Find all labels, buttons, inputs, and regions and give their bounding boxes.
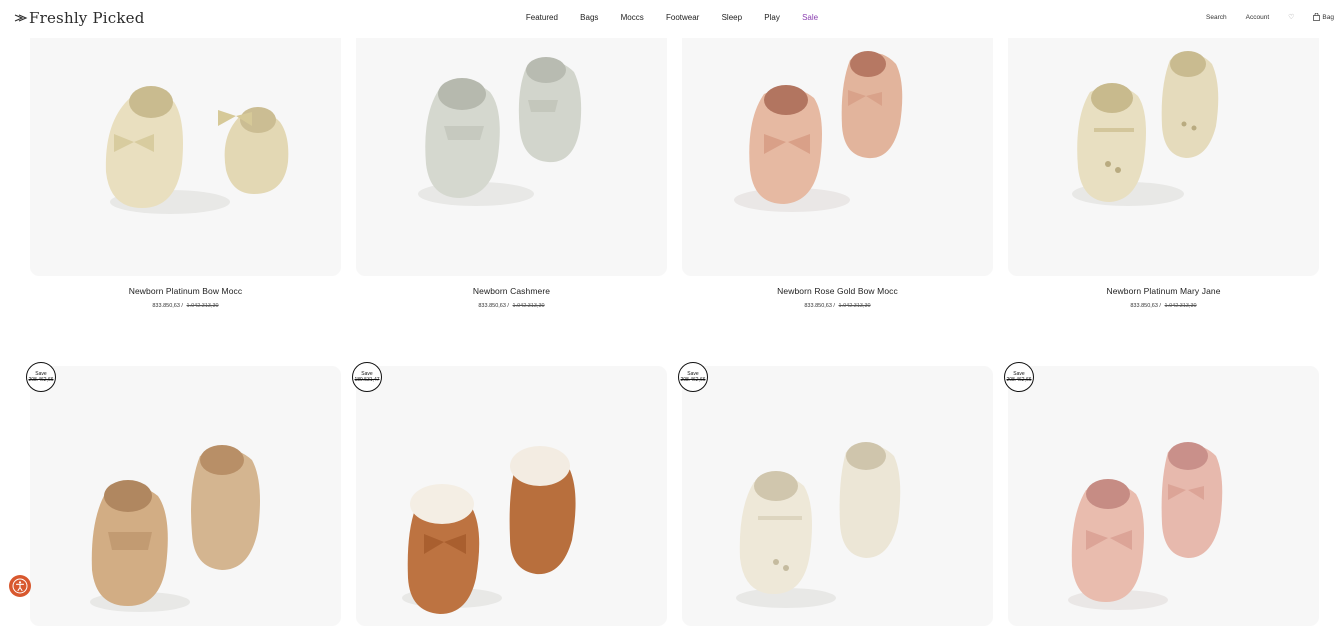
save-badge-amount: 208.462,66 xyxy=(28,377,54,383)
original-price: 1.042.313,30 xyxy=(838,303,871,309)
accessibility-button[interactable] xyxy=(9,575,31,597)
save-badge-amount: 189.531,47 xyxy=(354,377,380,383)
product-price: 833.850,63 / 1.042.313,30 xyxy=(478,303,545,309)
product-image[interactable] xyxy=(30,366,341,626)
sale-price: 833.850,63 xyxy=(152,303,180,309)
nav-item-footwear[interactable]: Footwear xyxy=(666,13,699,22)
product-image[interactable] xyxy=(356,366,667,626)
original-price: 1.042.313,30 xyxy=(512,303,545,309)
platinum-bow-mocc-image xyxy=(105,86,289,214)
blush-bow-mocc-image xyxy=(1068,442,1223,610)
heart-icon[interactable]: ♡ xyxy=(1288,13,1294,21)
product-price: 833.850,63 / 1.042.313,30 xyxy=(1130,303,1197,309)
product-name[interactable]: Newborn Cashmere xyxy=(356,286,667,296)
original-price: 1.042.313,30 xyxy=(1164,303,1197,309)
save-badge: Save 189.531,47 xyxy=(352,362,382,392)
nav-item-play[interactable]: Play xyxy=(764,13,780,22)
sale-price: 833.850,63 xyxy=(804,303,832,309)
product-image[interactable] xyxy=(682,38,993,276)
tan-fringe-mocc-image xyxy=(90,445,260,612)
utility-nav: Search Account ♡ Bag xyxy=(1187,13,1334,21)
platinum-mary-jane-image xyxy=(1072,51,1219,206)
save-badge: Save 208.462,66 xyxy=(678,362,708,392)
main-nav: Featured Bags Moccs Footwear Sleep Play … xyxy=(0,13,1344,22)
product-image[interactable] xyxy=(1008,38,1319,276)
nav-item-moccs[interactable]: Moccs xyxy=(621,13,644,22)
site-header: Freshly Picked Featured Bags Moccs Footw… xyxy=(0,0,1344,38)
account-link[interactable]: Account xyxy=(1246,14,1270,21)
nav-item-featured[interactable]: Featured xyxy=(526,13,558,22)
bag-label: Bag xyxy=(1322,13,1334,21)
save-badge-amount: 208.462,66 xyxy=(680,377,706,383)
product-price: 833.850,63 / 1.042.313,30 xyxy=(804,303,871,309)
bag-link[interactable]: Bag xyxy=(1313,13,1334,21)
shopping-bag-icon xyxy=(1313,13,1321,21)
product-price: 833.850,63 / 1.042.313,30 xyxy=(152,303,219,309)
cashmere-mocc-image xyxy=(418,57,582,206)
product-image[interactable] xyxy=(1008,366,1319,626)
rose-gold-bow-mocc-image xyxy=(734,51,903,212)
birch-mary-jane-image xyxy=(736,442,901,608)
product-image[interactable] xyxy=(30,38,341,276)
search-link[interactable]: Search xyxy=(1206,14,1227,21)
product-name[interactable]: Newborn Platinum Bow Mocc xyxy=(30,286,341,296)
nav-item-sleep[interactable]: Sleep xyxy=(722,13,742,22)
save-badge: Save 208.462,66 xyxy=(26,362,56,392)
product-image[interactable] xyxy=(356,38,667,276)
original-price: 1.042.313,30 xyxy=(186,303,219,309)
nav-item-bags[interactable]: Bags xyxy=(580,13,598,22)
sale-price: 833.850,63 xyxy=(1130,303,1158,309)
product-name[interactable]: Newborn Platinum Mary Jane xyxy=(1008,286,1319,296)
save-badge-amount: 208.462,66 xyxy=(1006,377,1032,383)
save-badge: Save 208.462,66 xyxy=(1004,362,1034,392)
sale-price: 833.850,63 xyxy=(478,303,506,309)
nav-item-sale[interactable]: Sale xyxy=(802,13,818,22)
product-name[interactable]: Newborn Rose Gold Bow Mocc xyxy=(682,286,993,296)
product-image[interactable] xyxy=(682,366,993,626)
accessibility-icon xyxy=(12,578,28,594)
cognac-shearling-mocc-image xyxy=(402,446,576,614)
